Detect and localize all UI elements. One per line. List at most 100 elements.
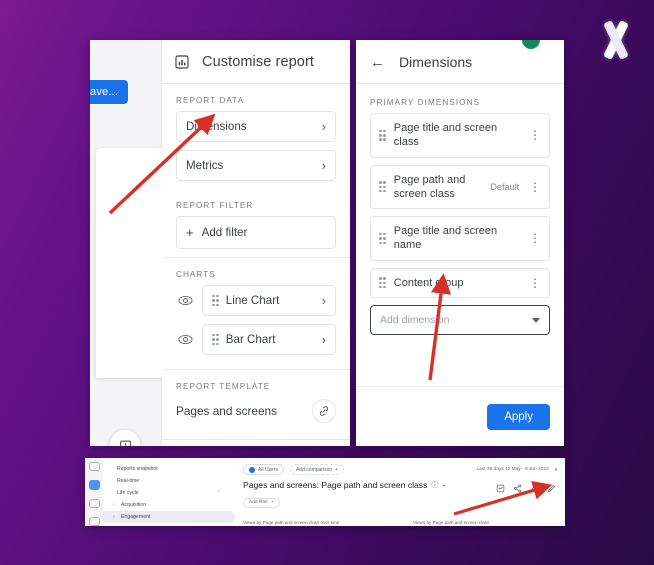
chevron-right-icon: › (113, 502, 115, 508)
info-icon[interactable]: ⓘ (431, 480, 438, 490)
chevron-right-icon: › (113, 514, 115, 520)
page-title: Customise report (202, 54, 314, 70)
home-icon[interactable] (88, 462, 100, 472)
drag-handle-icon[interactable] (379, 181, 386, 193)
metrics-row[interactable]: Metrics › (176, 150, 336, 181)
dimension-menu-icon[interactable]: ⋮ (529, 129, 541, 141)
chevron-down-icon[interactable]: ▾ (555, 467, 557, 473)
add-filter-label: Add filter (201, 226, 248, 239)
customise-report-header: Customise report (162, 40, 350, 84)
ga-add-filter-label: Add filter (249, 500, 268, 505)
unlink-icon[interactable] (312, 399, 336, 423)
ga-left-nav: Reports snapshot Real-time Life cycle ⌃ … (103, 458, 235, 526)
nav-label: Life cycle (117, 490, 139, 496)
ga-report-main: All Users Add comparison + Last 28 days … (235, 458, 565, 526)
add-dimension-placeholder: Add dimension (380, 314, 450, 327)
visibility-eye-icon[interactable] (176, 295, 194, 306)
drag-handle-icon[interactable] (379, 129, 386, 141)
line-chart-label: Line Chart (225, 294, 280, 307)
nav-label: Acquisition (121, 502, 147, 508)
x-logo (594, 18, 638, 62)
line-chart-row[interactable]: Line Chart › (162, 285, 350, 324)
nav-reports-snapshot[interactable]: Reports snapshot (103, 463, 235, 475)
explore-icon[interactable] (88, 498, 100, 508)
ga-comparison-bar: All Users Add comparison + Last 28 days … (243, 464, 557, 475)
plus-icon: + (335, 466, 339, 473)
nav-acquisition[interactable]: › Acquisition (103, 499, 235, 511)
charts-label: CHARTS (176, 270, 216, 279)
feedback-icon (119, 440, 131, 446)
nav-label: Real-time (117, 478, 140, 484)
ga-card-title: Views by Page path and screen class (413, 520, 490, 525)
dimensions-row[interactable]: Dimensions › (176, 111, 336, 142)
edit-icon[interactable] (547, 484, 556, 493)
bar-chart-card[interactable]: Bar Chart › (202, 324, 336, 355)
ga-report-title-text: Pages and screens: Page path and screen … (243, 480, 428, 490)
drag-handle-icon[interactable] (212, 333, 219, 346)
drag-handle-icon[interactable] (379, 277, 386, 289)
dimension-label: Content group (393, 276, 464, 289)
reports-icon[interactable] (88, 480, 100, 490)
dimensions-panel-title: Dimensions (399, 54, 473, 70)
chevron-right-icon: › (321, 293, 326, 308)
bar-chart-row[interactable]: Bar Chart › (162, 324, 350, 363)
dimension-row[interactable]: Page path and screen class Default ⋮ (370, 164, 550, 210)
report-chart-icon (175, 55, 189, 69)
ga-add-filter-button[interactable]: Add filter + (243, 497, 280, 508)
apply-button[interactable]: Apply (487, 403, 550, 430)
all-users-chip[interactable]: All Users (243, 464, 285, 475)
dimension-badge: Default (490, 181, 519, 192)
add-comparison-button[interactable]: Add comparison + (290, 464, 345, 475)
ga-report-cards: Views by Page path and screen class over… (243, 520, 557, 525)
nav-label: Reports snapshot (117, 466, 158, 472)
nav-engagement[interactable]: › Engagement (103, 511, 235, 523)
dimension-menu-icon[interactable]: ⋮ (529, 181, 541, 193)
dimensions-panel-body: PRIMARY DIMENSIONS Page title and screen… (356, 84, 564, 384)
back-arrow-icon[interactable]: ← (370, 55, 385, 70)
nav-real-time[interactable]: Real-time (103, 475, 235, 487)
share-icon[interactable] (513, 484, 522, 493)
date-range-selector[interactable]: Last 28 days 12 May - 8 Jun 2023 (476, 467, 548, 472)
report-template-value: Pages and screens (176, 404, 277, 418)
dimensions-row-label: Dimensions (186, 120, 247, 133)
add-filter-button[interactable]: + Add filter (176, 216, 336, 249)
dimension-menu-icon[interactable]: ⋮ (529, 277, 541, 289)
plus-icon: + (186, 225, 194, 240)
dimension-row[interactable]: Content group ⋮ (370, 267, 550, 299)
ga-card-title: Views by Page path and screen class over… (243, 520, 340, 525)
primary-dimensions-label: PRIMARY DIMENSIONS (370, 98, 481, 107)
line-chart-card[interactable]: Line Chart › (202, 285, 336, 316)
chevron-right-icon: › (321, 158, 326, 173)
dimension-label: Page title and screen class (393, 122, 498, 149)
all-users-label: All Users (258, 466, 279, 473)
report-template-row: Pages and screens (162, 397, 350, 433)
ga-report-title-suffix: - (442, 480, 446, 490)
drag-handle-icon[interactable] (212, 294, 219, 307)
dimension-label: Page path and screen class (393, 173, 466, 200)
dimension-row[interactable]: Page title and screen name ⋮ (370, 216, 550, 261)
compare-icon[interactable] (530, 484, 539, 493)
dimension-menu-icon[interactable]: ⋮ (529, 232, 541, 244)
add-dimension-select[interactable]: Add dimension (370, 305, 550, 336)
save-button[interactable]: ave... (90, 80, 129, 104)
ga-report-actions (496, 484, 556, 493)
plus-icon: + (270, 500, 274, 505)
summary-cards-label: SUMMARY CARDS (162, 440, 350, 446)
dimensions-panel: ← Dimensions PRIMARY DIMENSIONS Page tit… (356, 40, 564, 446)
ga-icon-rail (85, 458, 103, 526)
dimension-row[interactable]: Page title and screen class ⋮ (370, 113, 550, 158)
visibility-eye-icon[interactable] (176, 334, 194, 345)
bar-chart-label: Bar Chart (225, 333, 276, 346)
chevron-up-icon: ⌃ (216, 490, 221, 496)
left-rail-card (96, 148, 168, 378)
ga-report-preview: Reports snapshot Real-time Life cycle ⌃ … (85, 458, 565, 526)
report-data-label: REPORT DATA (176, 96, 245, 105)
report-template-label: REPORT TEMPLATE (176, 382, 271, 391)
advertising-icon[interactable] (88, 516, 100, 526)
customise-report-content: Customise report REPORT DATA Dimensions … (162, 40, 350, 446)
insights-icon[interactable] (496, 484, 505, 493)
drag-handle-icon[interactable] (379, 232, 386, 245)
nav-label: Engagement (121, 514, 151, 520)
nav-life-cycle[interactable]: Life cycle ⌃ (103, 487, 235, 499)
customise-report-panel: ave... Customise report REPORT DATA Dime… (90, 40, 350, 446)
